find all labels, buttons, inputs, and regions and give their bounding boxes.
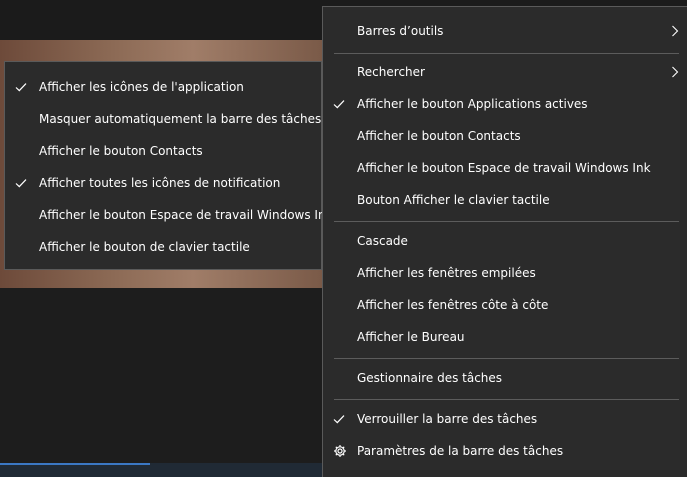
taskbar-options-menu: Afficher les icônes de l'application Mas… (4, 61, 333, 270)
menu-separator (334, 358, 679, 359)
menu-item-label: Barres d’outils (357, 24, 444, 38)
menu-item-label: Afficher le bouton de clavier tactile (39, 240, 250, 254)
menu-item-show-contacts-button[interactable]: Afficher le bouton Contacts (323, 120, 687, 152)
chevron-right-icon (672, 66, 679, 78)
menu-item-label: Afficher les icônes de l'application (39, 80, 244, 94)
menu-item-show-app-icons[interactable]: Afficher les icônes de l'application (5, 71, 321, 103)
taskbar[interactable] (0, 463, 322, 477)
menu-item-label: Afficher le Bureau (357, 330, 465, 344)
menu-item-label: Gestionnaire des tâches (357, 371, 503, 385)
check-icon (333, 100, 345, 109)
menu-item-stacked-windows[interactable]: Afficher les fenêtres empilées (323, 257, 687, 289)
menu-item-label: Afficher toutes les icônes de notificati… (39, 176, 281, 190)
menu-item-toolbars[interactable]: Barres d’outils (323, 15, 687, 47)
menu-item-show-active-apps-button[interactable]: Afficher le bouton Applications actives (323, 88, 687, 120)
menu-separator (334, 399, 679, 400)
menu-item-label: Afficher le bouton Espace de travail Win… (39, 208, 333, 222)
menu-item-label: Bouton Afficher le clavier tactile (357, 193, 550, 207)
taskbar-active-indicator (0, 463, 150, 465)
menu-item-search[interactable]: Rechercher (323, 56, 687, 88)
menu-item-label: Afficher le bouton Contacts (39, 144, 203, 158)
menu-item-label: Afficher les fenêtres empilées (357, 266, 536, 280)
menu-item-show-windows-ink-button[interactable]: Afficher le bouton Espace de travail Win… (5, 199, 333, 231)
menu-item-label: Afficher le bouton Contacts (357, 129, 521, 143)
menu-item-label: Cascade (357, 234, 408, 248)
menu-item-label: Afficher le bouton Espace de travail Win… (357, 161, 651, 175)
menu-item-cascade[interactable]: Cascade (323, 225, 687, 257)
menu-item-auto-hide-taskbar[interactable]: Masquer automatiquement la barre des tâc… (5, 103, 321, 135)
menu-item-show-contacts-button[interactable]: Afficher le bouton Contacts (5, 135, 321, 167)
menu-item-label: Afficher les fenêtres côte à côte (357, 298, 549, 312)
menu-item-label: Verrouiller la barre des tâches (357, 412, 538, 426)
menu-item-task-manager[interactable]: Gestionnaire des tâches (323, 362, 687, 394)
menu-item-label: Rechercher (357, 65, 425, 79)
menu-item-label: Afficher le bouton Applications actives (357, 97, 588, 111)
menu-item-show-all-notification-icons[interactable]: Afficher toutes les icônes de notificati… (5, 167, 321, 199)
menu-item-show-windows-ink-button[interactable]: Afficher le bouton Espace de travail Win… (323, 152, 687, 184)
menu-item-show-desktop[interactable]: Afficher le Bureau (323, 321, 687, 353)
check-icon (15, 83, 27, 92)
menu-item-lock-taskbar[interactable]: Verrouiller la barre des tâches (323, 403, 687, 435)
menu-item-taskbar-settings[interactable]: Paramètres de la barre des tâches (323, 435, 687, 467)
menu-item-side-by-side-windows[interactable]: Afficher les fenêtres côte à côte (323, 289, 687, 321)
desktop-background (0, 288, 322, 477)
menu-separator (334, 221, 679, 222)
menu-item-label: Masquer automatiquement la barre des tâc… (39, 112, 322, 126)
check-icon (333, 415, 345, 424)
chevron-right-icon (672, 25, 679, 37)
check-icon (15, 179, 27, 188)
gear-icon (334, 445, 346, 457)
menu-item-label: Paramètres de la barre des tâches (357, 444, 564, 458)
desktop: Afficher les icônes de l'application Mas… (0, 0, 687, 477)
menu-separator (334, 53, 679, 54)
menu-item-show-touch-keyboard-button[interactable]: Afficher le bouton de clavier tactile (5, 231, 321, 263)
taskbar-context-menu: Barres d’outils Rechercher Afficher le b… (322, 6, 687, 477)
menu-item-touch-keyboard-button[interactable]: Bouton Afficher le clavier tactile (323, 184, 687, 216)
